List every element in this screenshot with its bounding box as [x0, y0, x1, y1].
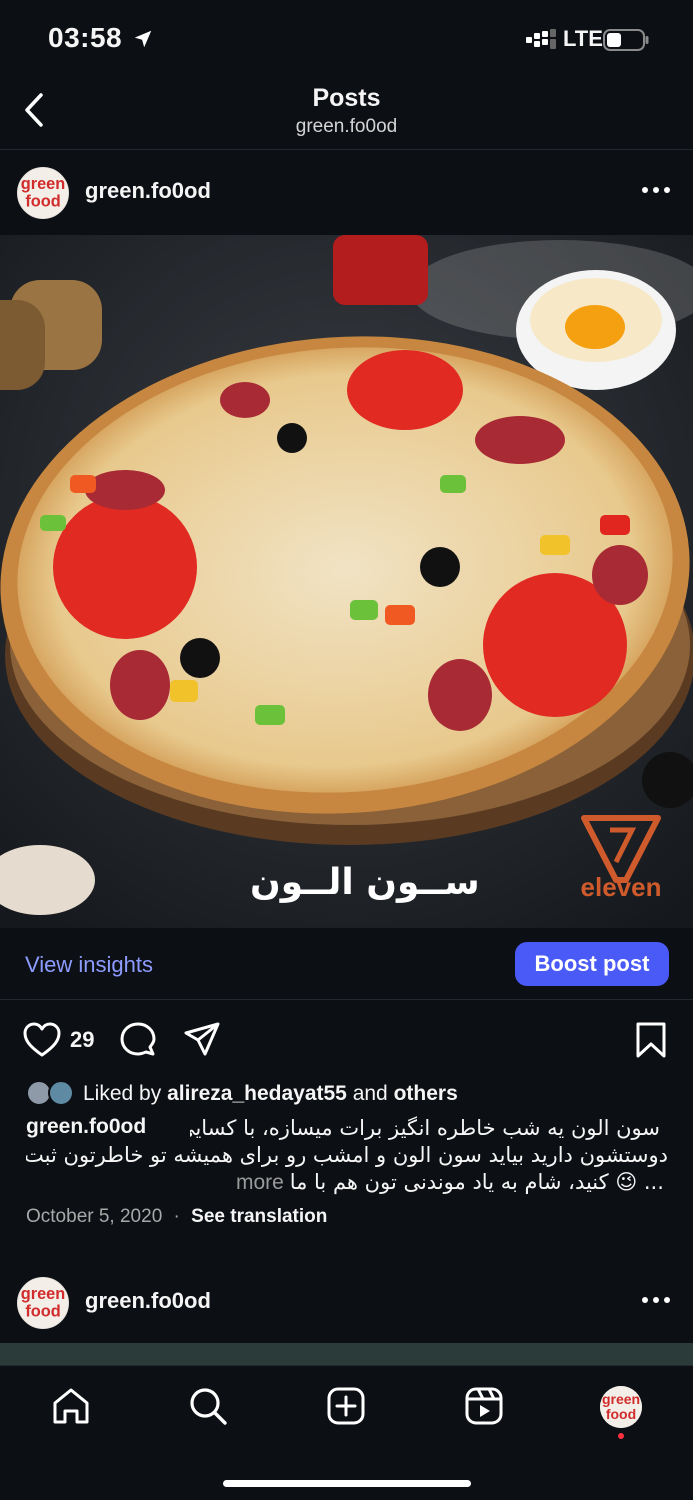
likes-text: Liked by alireza_hedayat55 and others [83, 1082, 458, 1105]
share-icon [184, 1022, 220, 1056]
green-food-logo: green food [18, 168, 68, 218]
page-subtitle: green.fo0od [295, 116, 398, 137]
avatar[interactable]: green food [17, 167, 69, 219]
svg-text:food: food [25, 192, 60, 210]
green-food-logo: green food [18, 1278, 68, 1328]
comment-icon [120, 1022, 156, 1056]
liker-username[interactable]: alireza_hedayat55 [167, 1082, 347, 1105]
svg-text:green: green [21, 175, 65, 193]
brand-text: ســون الــون [250, 862, 480, 903]
caption-line-1: سون الون یه شب خاطره انگیز برات میسازه، … [190, 1116, 660, 1140]
insights-row: View insights Boost post [0, 928, 693, 1000]
page-title: Posts [312, 84, 381, 112]
like-button[interactable] [22, 1020, 62, 1060]
next-post-header: green food green.fo0od [0, 1260, 693, 1346]
caption-more-link[interactable]: more [236, 1171, 284, 1194]
home-indicator[interactable] [223, 1480, 471, 1487]
network-label: LTE [563, 26, 603, 51]
post-date: October 5, 2020 [26, 1206, 163, 1227]
boost-post-button[interactable]: Boost post [515, 942, 669, 986]
battery-icon [603, 29, 649, 51]
caption-line-3: کنید، شام به یاد موندنی تون هم با ما 😉 .… [289, 1170, 664, 1194]
bookmark-icon [636, 1022, 666, 1058]
next-post-username[interactable]: green.fo0od [85, 1288, 211, 1314]
share-button[interactable] [182, 1020, 222, 1060]
svg-text:food: food [25, 1302, 60, 1320]
avatar[interactable]: green food [17, 1277, 69, 1329]
status-time: 03:58 [48, 22, 123, 53]
more-options-button[interactable] [639, 180, 673, 200]
heart-icon [23, 1022, 61, 1057]
nav-create[interactable] [324, 1384, 368, 1428]
nav-search[interactable] [186, 1384, 230, 1428]
nav-home[interactable] [49, 1384, 93, 1428]
nav-profile-avatar[interactable]: green food [600, 1386, 642, 1428]
more-dots-icon [642, 187, 670, 193]
svg-text:food: food [606, 1406, 636, 1422]
likes-row[interactable]: Liked by alireza_hedayat55 and others [26, 1078, 676, 1110]
like-count[interactable]: 29 [70, 1027, 94, 1053]
green-food-logo: green food [600, 1386, 642, 1428]
search-icon [190, 1388, 227, 1425]
save-button[interactable] [631, 1020, 671, 1060]
comment-button[interactable] [118, 1020, 158, 1060]
caption-line-2: دوستشون دارید بیاید سون الون و امشب رو ب… [26, 1143, 668, 1167]
post-username[interactable]: green.fo0od [85, 178, 211, 204]
screen: 03:58 LTE Posts green.fo0od green food g… [0, 0, 693, 1500]
logo-label: eleven [580, 872, 662, 902]
view-insights-link[interactable]: View insights [25, 952, 153, 978]
status-bar: 03:58 LTE [0, 0, 693, 76]
next-more-options-button[interactable] [639, 1290, 673, 1310]
post-image[interactable]: ســون الــون eleven [0, 235, 693, 928]
post-header: green food green.fo0od [0, 150, 693, 236]
date-row: October 5, 2020 · See translation [26, 1206, 327, 1228]
nav-reels[interactable] [462, 1384, 506, 1428]
svg-text:green: green [21, 1285, 65, 1303]
location-arrow-icon [134, 30, 152, 48]
home-icon [53, 1388, 89, 1424]
caption-line-3-container: more کنید، شام به یاد موندنی تون هم با م… [236, 1169, 668, 1196]
action-row: 29 [0, 1012, 693, 1068]
more-dots-icon [642, 1297, 670, 1303]
caption-username[interactable]: green.fo0od [26, 1115, 146, 1139]
likes-others[interactable]: others [394, 1082, 458, 1105]
date-separator: · [173, 1206, 180, 1227]
next-post-image-edge [0, 1343, 693, 1365]
liker-avatar [48, 1080, 74, 1106]
signal-icon [526, 29, 556, 49]
notification-dot [618, 1433, 624, 1439]
nav-header: Posts green.fo0od [0, 76, 693, 150]
see-translation-link[interactable]: See translation [191, 1206, 327, 1227]
reels-icon [465, 1387, 503, 1425]
create-icon [327, 1387, 365, 1425]
svg-text:green: green [602, 1391, 640, 1407]
